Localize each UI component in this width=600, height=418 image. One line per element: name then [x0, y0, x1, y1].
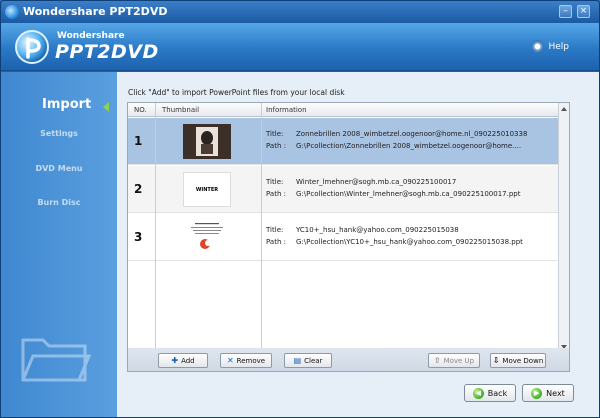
lifebuoy-icon	[531, 40, 545, 53]
folder-icon	[21, 338, 91, 382]
row-title: Title: Winter_lmehner@sogh.mb.ca_09022510…	[266, 178, 456, 186]
brand-product: PPT2DVD	[55, 41, 159, 63]
table-row[interactable]: 3 Title: YC10+_hsu_hank@yahoo.com_0902250…	[128, 214, 559, 261]
path-label: Path :	[266, 238, 286, 246]
title-label: Title:	[266, 226, 284, 234]
minimize-button[interactable]: –	[559, 5, 572, 18]
sidebar-item-settings[interactable]: Settings	[1, 129, 117, 138]
list-toolbar: ✚ Add ✕ Remove ▤ Clear ⇧ Move Up ⇩ Move …	[127, 348, 570, 372]
add-label: Add	[181, 356, 195, 365]
arrow-down-icon: ⇩	[492, 356, 500, 365]
active-indicator-icon	[103, 102, 109, 112]
path-value: G:\Pcollection\Zonnebrillen 2008_wimbetz…	[296, 142, 522, 150]
path-value: G:\Pcollection\YC10+_hsu_hank@yahoo.com_…	[296, 238, 523, 246]
row-number: 3	[134, 230, 143, 244]
brand-vendor: Wondershare	[57, 31, 125, 41]
remove-icon: ✕	[226, 356, 234, 365]
row-path: Path : G:\Pcollection\Winter_lmehner@sogh…	[266, 190, 520, 198]
path-label: Path :	[266, 190, 286, 198]
slide-thumbnail: WINTER	[183, 172, 231, 207]
row-path: Path : G:\Pcollection\Zonnebrillen 2008_w…	[266, 142, 521, 150]
move-up-button[interactable]: ⇧ Move Up	[428, 353, 480, 368]
column-divider	[261, 103, 262, 353]
clear-button[interactable]: ▤ Clear	[284, 353, 332, 368]
app-window: Wondershare PPT2DVD – × Wondershare PPT2…	[0, 0, 600, 418]
row-number: 2	[134, 182, 143, 196]
next-label: Next	[546, 388, 565, 398]
sidebar: Import Settings DVD Menu Burn Disc	[1, 72, 117, 417]
table-row[interactable]: 2 WINTER Title: Winter_lmehner@sogh.mb.ca…	[128, 166, 559, 213]
back-arrow-icon: ◀	[472, 387, 484, 399]
title-value: Winter_lmehner@sogh.mb.ca_090225100017	[296, 178, 457, 186]
column-divider	[155, 103, 156, 353]
next-button[interactable]: ▶ Next	[522, 384, 574, 402]
row-number: 1	[134, 134, 143, 148]
table-row[interactable]: 1 Title: Zonnebrillen 2008_wimbetzel.ooge…	[128, 118, 559, 165]
window-title: Wondershare PPT2DVD	[23, 5, 168, 18]
thumbnail-text: WINTER	[195, 186, 219, 193]
title-label: Title:	[266, 130, 284, 138]
column-header-information[interactable]: Information	[266, 106, 307, 114]
help-label: Help	[548, 41, 569, 52]
import-hint: Click "Add" to import PowerPoint files f…	[128, 88, 345, 97]
title-value: YC10+_hsu_hank@yahoo.com_090225015038	[296, 226, 459, 234]
next-arrow-icon: ▶	[531, 387, 543, 399]
title-label: Title:	[266, 178, 284, 186]
back-label: Back	[487, 388, 508, 398]
slide-thumbnail	[183, 124, 231, 159]
title-bar: Wondershare PPT2DVD – ×	[1, 1, 599, 23]
remove-label: Remove	[236, 356, 266, 365]
file-list[interactable]: NO. Thumbnail Information 1 Title: Zonneb…	[127, 102, 570, 354]
add-button[interactable]: ✚ Add	[158, 353, 208, 368]
path-label: Path :	[266, 142, 286, 150]
sidebar-item-dvd-menu[interactable]: DVD Menu	[1, 164, 117, 173]
row-title: Title: YC10+_hsu_hank@yahoo.com_090225015…	[266, 226, 459, 234]
move-up-label: Move Up	[443, 356, 475, 365]
clear-icon: ▤	[293, 356, 302, 365]
list-header: NO. Thumbnail Information	[128, 103, 559, 117]
column-header-no[interactable]: NO.	[134, 106, 147, 114]
close-button[interactable]: ×	[577, 5, 590, 18]
help-link[interactable]: Help	[531, 40, 569, 53]
column-header-thumbnail[interactable]: Thumbnail	[162, 106, 199, 114]
move-down-label: Move Down	[502, 356, 544, 365]
title-value: Zonnebrillen 2008_wimbetzel.oogenoor@hom…	[296, 130, 528, 138]
main-panel: Click "Add" to import PowerPoint files f…	[117, 72, 599, 417]
header-banner: Wondershare PPT2DVD Help	[1, 23, 599, 71]
row-path: Path : G:\Pcollection\YC10+_hsu_hank@yaho…	[266, 238, 523, 246]
vertical-scrollbar[interactable]	[558, 103, 569, 353]
scroll-up-icon[interactable]	[561, 107, 567, 111]
clear-label: Clear	[304, 356, 323, 365]
sidebar-item-burn-disc[interactable]: Burn Disc	[1, 198, 117, 207]
move-down-button[interactable]: ⇩ Move Down	[490, 353, 546, 368]
path-value: G:\Pcollection\Winter_lmehner@sogh.mb.ca…	[296, 190, 521, 198]
app-icon	[5, 5, 19, 19]
back-button[interactable]: ◀ Back	[464, 384, 516, 402]
arrow-up-icon: ⇧	[433, 356, 441, 365]
logo-icon	[15, 30, 49, 64]
plus-icon: ✚	[171, 356, 179, 365]
slide-thumbnail	[183, 220, 231, 255]
remove-button[interactable]: ✕ Remove	[220, 353, 272, 368]
row-title: Title: Zonnebrillen 2008_wimbetzel.oogeno…	[266, 130, 527, 138]
